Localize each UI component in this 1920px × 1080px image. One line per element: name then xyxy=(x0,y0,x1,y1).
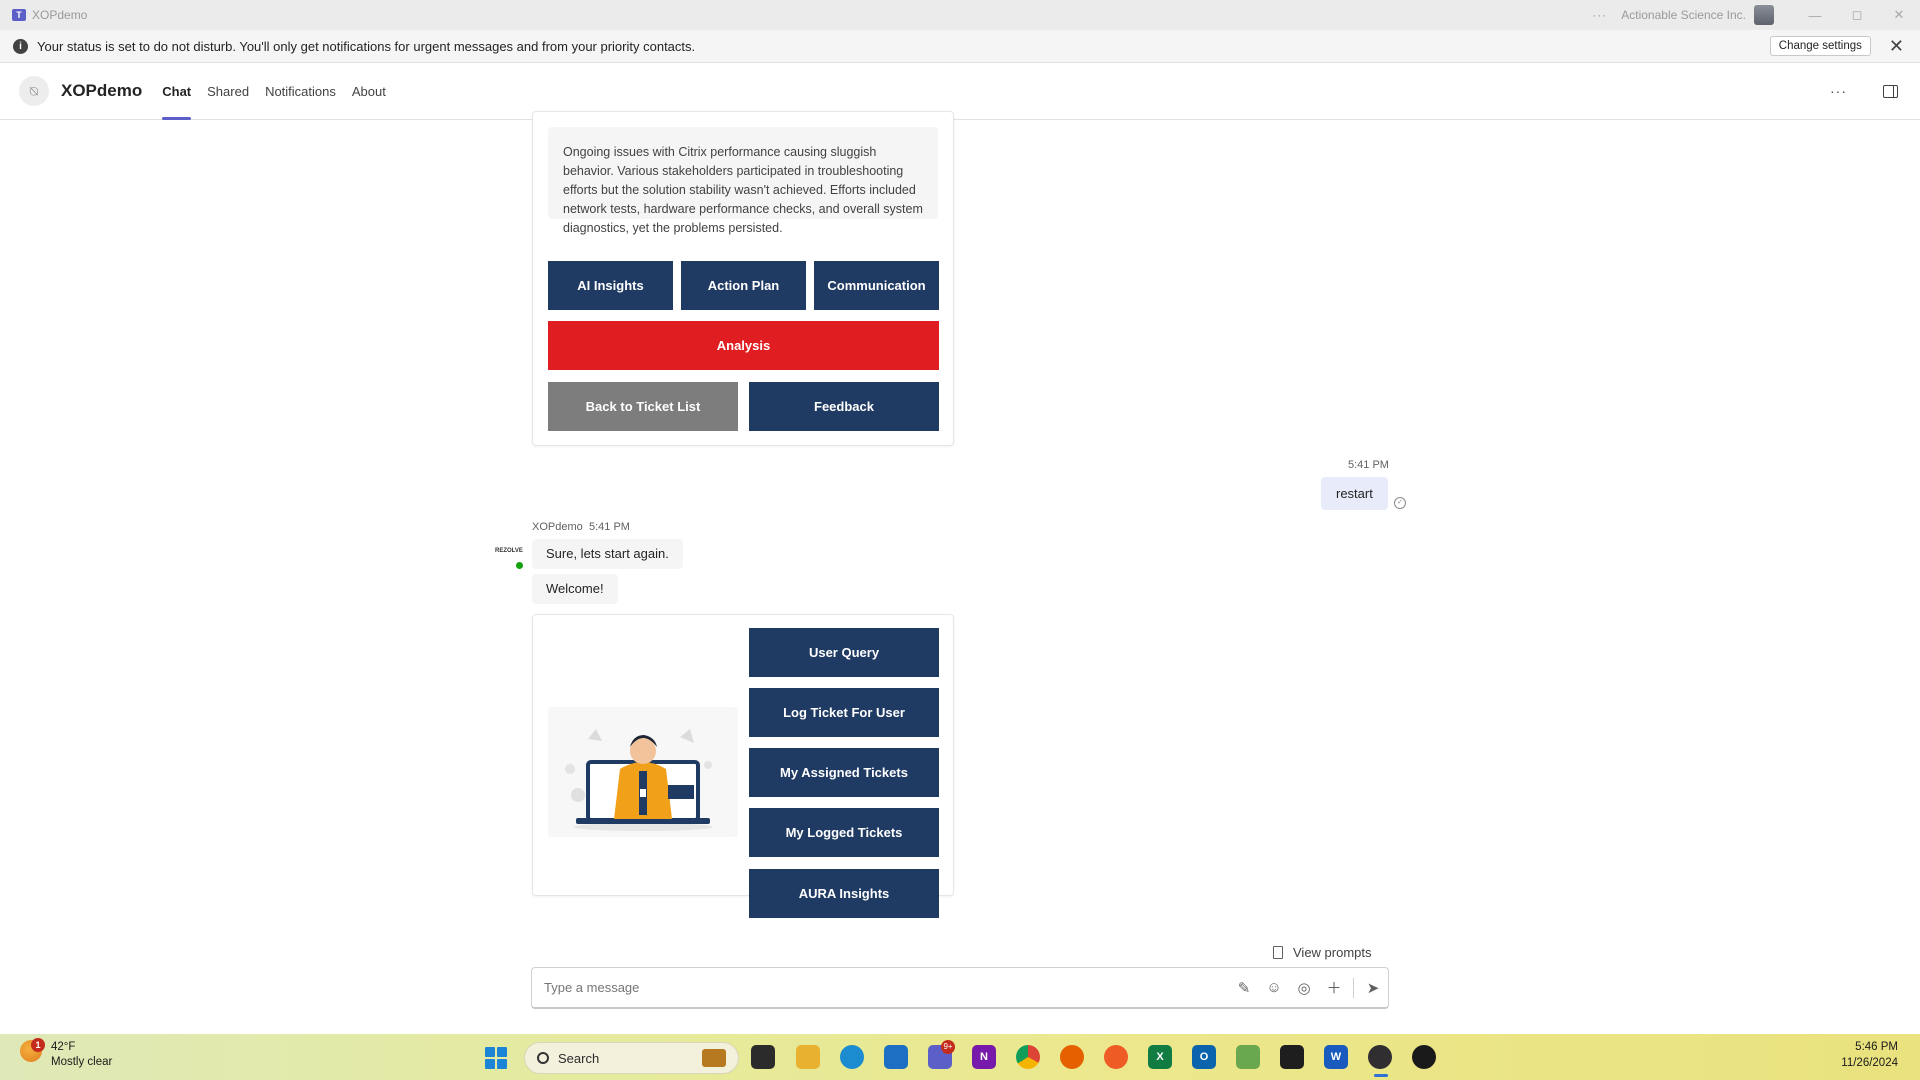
tab-notifications[interactable]: Notifications xyxy=(265,63,336,120)
notepad-plus-icon[interactable] xyxy=(1236,1045,1260,1069)
firefox-icon[interactable] xyxy=(1060,1045,1084,1069)
word-icon[interactable]: W xyxy=(1324,1045,1348,1069)
outlook-icon[interactable]: O xyxy=(1192,1045,1216,1069)
ai-insights-button[interactable]: AI Insights xyxy=(548,261,673,310)
windows-start-icon[interactable] xyxy=(485,1047,507,1069)
bot-sender-name: XOPdemo xyxy=(532,521,583,533)
running-indicator xyxy=(1374,1074,1388,1077)
side-panel-icon[interactable] xyxy=(1883,84,1898,98)
change-settings-button[interactable]: Change settings xyxy=(1769,36,1871,56)
send-icon[interactable]: ➤ xyxy=(1358,979,1388,997)
org-name: Actionable Science Inc. xyxy=(1621,8,1746,22)
window-title: XOPdemo xyxy=(32,8,88,22)
obs-icon[interactable] xyxy=(1368,1045,1392,1069)
teams-app-icon: T xyxy=(12,9,26,21)
feedback-button[interactable]: Feedback xyxy=(749,382,939,431)
my-message-time: 5:41 PM xyxy=(1348,459,1389,471)
search-icon xyxy=(537,1052,549,1064)
chat-area: Ongoing issues with Citrix performance c… xyxy=(0,111,1920,1034)
chat-title: XOPdemo xyxy=(61,81,143,100)
view-prompts-link[interactable]: View prompts xyxy=(1273,945,1372,960)
message-compose-box[interactable]: ✎ ☺ ◎ ＋ ➤ xyxy=(531,967,1389,1009)
title-bar: T XOPdemo ··· Actionable Science Inc. — … xyxy=(0,0,1920,30)
taskbar-search[interactable]: Search xyxy=(524,1042,739,1074)
windows-taskbar xyxy=(0,1034,1920,1080)
teams-badge: 9+ xyxy=(941,1040,955,1054)
view-prompts-label: View prompts xyxy=(1293,945,1372,960)
log-ticket-for-user-button[interactable]: Log Ticket For User xyxy=(749,688,939,737)
loop-icon[interactable]: ◎ xyxy=(1289,979,1319,997)
notice-message: Your status is set to do not disturb. Yo… xyxy=(37,38,696,54)
message-input[interactable] xyxy=(544,980,1229,995)
back-to-ticket-list-button[interactable]: Back to Ticket List xyxy=(548,382,738,431)
aura-insights-button[interactable]: AURA Insights xyxy=(749,869,939,918)
action-plan-button[interactable]: Action Plan xyxy=(681,261,806,310)
compose-divider xyxy=(1353,977,1354,998)
analysis-button[interactable]: Analysis xyxy=(548,321,939,370)
tab-about[interactable]: About xyxy=(352,63,386,120)
user-avatar[interactable] xyxy=(1754,5,1774,25)
maximize-button[interactable]: ◻ xyxy=(1836,7,1878,23)
bot-message-time: 5:41 PM xyxy=(589,521,630,533)
communication-button[interactable]: Communication xyxy=(814,261,939,310)
onenote-icon[interactable]: N xyxy=(972,1045,996,1069)
clock-date[interactable]: 11/26/2024 xyxy=(1841,1057,1898,1069)
bot-message-line-2[interactable]: Welcome! xyxy=(532,574,618,604)
close-notice-icon[interactable]: ✕ xyxy=(1889,36,1904,57)
excel-icon[interactable]: X xyxy=(1148,1045,1172,1069)
tab-shared[interactable]: Shared xyxy=(207,63,249,120)
window-more-icon[interactable]: ··· xyxy=(1592,8,1607,22)
attach-plus-icon[interactable]: ＋ xyxy=(1319,977,1349,998)
info-icon: i xyxy=(13,38,28,54)
close-window-button[interactable]: ✕ xyxy=(1878,7,1920,23)
chat-header: ⍉ XOPdemo Chat Shared Notifications Abou… xyxy=(0,63,1920,120)
my-message-bubble[interactable]: restart xyxy=(1321,477,1388,510)
weather-condition[interactable]: Mostly clear xyxy=(51,1056,112,1068)
bell-off-icon: ⍉ xyxy=(19,76,49,106)
taskbar-search-label: Search xyxy=(558,1050,600,1066)
task-view-icon[interactable] xyxy=(751,1045,775,1069)
weather-temperature[interactable]: 42°F xyxy=(51,1041,75,1053)
bot-message-line-1[interactable]: Sure, lets start again. xyxy=(532,539,683,569)
file-explorer-icon[interactable] xyxy=(796,1045,820,1069)
emoji-icon[interactable]: ☺ xyxy=(1259,979,1289,996)
user-query-button[interactable]: User Query xyxy=(749,628,939,677)
minimize-button[interactable]: — xyxy=(1794,8,1836,23)
bot-avatar[interactable]: REZOLVE xyxy=(495,548,523,562)
agent-illustration-svg xyxy=(565,729,713,831)
tab-chat[interactable]: Chat xyxy=(162,63,191,120)
seen-check-icon: ✓ xyxy=(1394,497,1406,509)
postman-icon[interactable] xyxy=(1104,1045,1128,1069)
prompts-doc-icon xyxy=(1273,946,1283,959)
my-assigned-tickets-button[interactable]: My Assigned Tickets xyxy=(749,748,939,797)
search-highlight-icon xyxy=(702,1049,726,1067)
ticket-summary-text: Ongoing issues with Citrix performance c… xyxy=(548,127,938,235)
support-agent-illustration xyxy=(548,707,738,837)
format-icon[interactable]: ✎ xyxy=(1229,979,1259,997)
chrome-icon[interactable] xyxy=(1016,1045,1040,1069)
clock-time[interactable]: 5:46 PM xyxy=(1855,1041,1898,1053)
weather-badge: 1 xyxy=(31,1038,45,1052)
media-player-icon[interactable] xyxy=(1412,1045,1436,1069)
dnd-notice-bar: i Your status is set to do not disturb. … xyxy=(0,30,1920,63)
my-logged-tickets-button[interactable]: My Logged Tickets xyxy=(749,808,939,857)
more-options-icon[interactable]: ··· xyxy=(1830,83,1847,99)
presence-available-icon xyxy=(515,561,524,570)
store-icon[interactable] xyxy=(884,1045,908,1069)
slack-like-icon[interactable] xyxy=(1280,1045,1304,1069)
edge-icon[interactable] xyxy=(840,1045,864,1069)
